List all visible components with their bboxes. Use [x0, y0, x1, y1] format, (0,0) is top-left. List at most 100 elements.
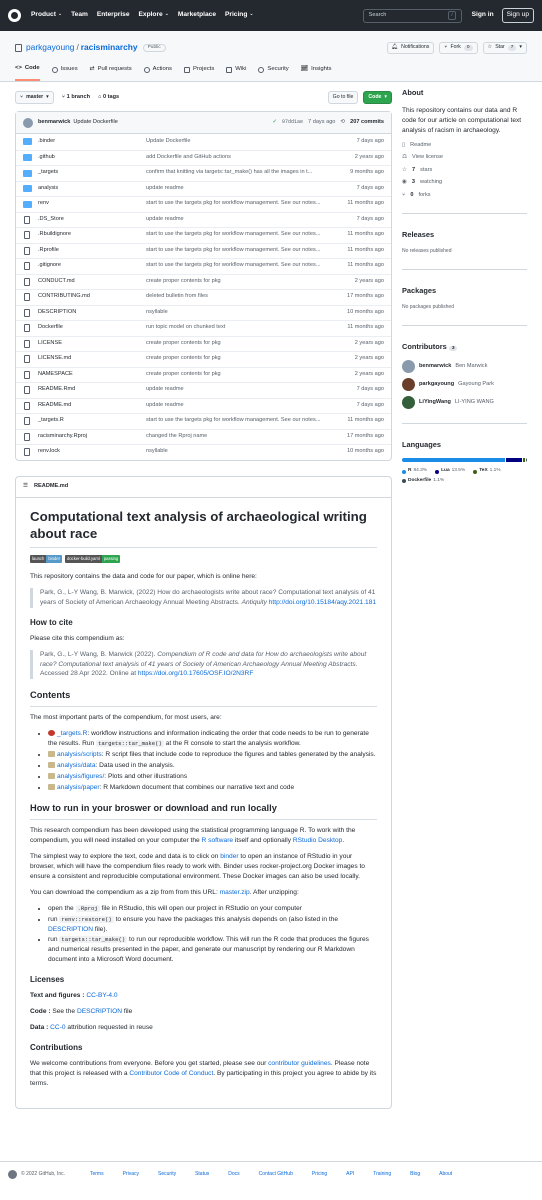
nav-pricing[interactable]: Pricing	[225, 11, 247, 20]
file-name[interactable]: DESCRIPTION	[38, 309, 146, 317]
footer-link[interactable]: Terms	[90, 1171, 104, 1178]
footer-link[interactable]: Blog	[410, 1171, 420, 1178]
file-commit-message[interactable]: create proper contents for pkg	[146, 340, 341, 348]
file-row[interactable]: .Rprofile start to use the targets pkg fo…	[16, 242, 391, 259]
file-row[interactable]: renv start to use the targets pkg for wor…	[16, 196, 391, 212]
releases-heading[interactable]: Releases	[402, 230, 527, 240]
forks-link[interactable]: ⑂ 0 forks	[402, 192, 527, 200]
file-row[interactable]: README.Rmd update readme 7 days ago	[16, 382, 391, 398]
file-commit-message[interactable]: update readme	[146, 386, 341, 394]
file-commit-message[interactable]: nsyllable	[146, 309, 341, 317]
file-name[interactable]: LICENSE.md	[38, 355, 146, 363]
contributors-heading[interactable]: Contributors 3	[402, 342, 527, 352]
footer-link[interactable]: Privacy	[123, 1171, 139, 1178]
file-commit-message[interactable]: create proper contents for pkg	[146, 371, 341, 379]
file-commit-message[interactable]: add Dockerfile and GitHub actions	[146, 154, 341, 162]
file-name[interactable]: .github	[38, 154, 146, 162]
file-row[interactable]: LICENSE.md create proper contents for pkg…	[16, 351, 391, 367]
binder-link[interactable]: binder	[220, 853, 238, 860]
zip-link[interactable]: master.zip	[220, 889, 250, 896]
file-row[interactable]: CONTRIBUTING.md deleted bulletin from fil…	[16, 289, 391, 305]
file-commit-message[interactable]: update readme	[146, 402, 341, 410]
footer-link[interactable]: Status	[195, 1171, 209, 1178]
star-button[interactable]: ☆ Star 7 ▾	[482, 42, 527, 54]
file-name[interactable]: .Rbuildignore	[38, 231, 146, 239]
file-row[interactable]: _targets.R start to use the targets pkg f…	[16, 413, 391, 429]
file-commit-message[interactable]: start to use the targets pkg for workflo…	[146, 417, 341, 425]
figures-link[interactable]: analysis/figures/	[57, 773, 104, 780]
data-link[interactable]: analysis/data	[57, 762, 96, 769]
nav-enterprise[interactable]: Enterprise	[97, 11, 130, 20]
footer-link[interactable]: API	[346, 1171, 354, 1178]
file-commit-message[interactable]: start to use the targets pkg for workflo…	[146, 262, 341, 270]
file-row[interactable]: .DS_Store update readme 7 days ago	[16, 211, 391, 228]
code-button[interactable]: Code ▾	[363, 91, 392, 104]
r-software-link[interactable]: R software	[202, 837, 234, 844]
file-name[interactable]: README.md	[38, 402, 146, 410]
go-to-file-button[interactable]: Go to file	[327, 91, 359, 104]
cc-by-link[interactable]: CC-BY-4.0	[86, 992, 117, 999]
file-name[interactable]: renv.lock	[38, 448, 146, 456]
nav-marketplace[interactable]: Marketplace	[178, 11, 216, 20]
list-icon[interactable]: ☰	[23, 483, 28, 491]
code-of-conduct-link[interactable]: Contributor Code of Conduct	[129, 1070, 213, 1077]
footer-link[interactable]: Contact GitHub	[259, 1171, 293, 1178]
guidelines-link[interactable]: contributor guidelines	[268, 1060, 331, 1067]
paper-doi-link[interactable]: http://doi.org/10.15184/aqy.2021.181	[269, 599, 376, 606]
file-commit-message[interactable]: start to use the targets pkg for workflo…	[146, 247, 341, 255]
file-name[interactable]: .binder	[38, 138, 146, 146]
description-link[interactable]: DESCRIPTION	[77, 1008, 122, 1015]
file-name[interactable]: Dockerfile	[38, 324, 146, 332]
repo-owner-link[interactable]: parkgayoung	[26, 42, 74, 53]
file-commit-message[interactable]: nsyllable	[146, 448, 341, 456]
footer-link[interactable]: Pricing	[312, 1171, 327, 1178]
rstudio-link[interactable]: RStudio Desktop	[293, 837, 342, 844]
file-row[interactable]: analysis update readme 7 days ago	[16, 180, 391, 197]
tab-code[interactable]: <> Code	[15, 64, 40, 81]
file-commit-message[interactable]: create proper contents for pkg	[146, 355, 341, 363]
file-row[interactable]: Dockerfile run topic model on chunked tex…	[16, 320, 391, 336]
language-item[interactable]: Lua 13.5%	[435, 468, 465, 474]
file-commit-message[interactable]: update readme	[146, 185, 341, 193]
commits-count-link[interactable]: 207 commits	[350, 119, 384, 127]
commit-message[interactable]: Update Dockerfile	[73, 119, 117, 127]
docker-build-badge[interactable]: docker-build.yaml passing	[64, 555, 121, 564]
file-name[interactable]: .DS_Store	[38, 216, 146, 224]
file-name[interactable]: .gitignore	[38, 262, 146, 270]
language-item[interactable]: Dockerfile 1.1%	[402, 478, 444, 484]
tab-insights[interactable]: 📈︎ Insights	[301, 64, 332, 81]
nav-team[interactable]: Team	[71, 11, 88, 20]
description-link[interactable]: DESCRIPTION	[48, 926, 93, 933]
watching-link[interactable]: ◉ 3 watching	[402, 179, 527, 187]
signup-button[interactable]: Sign up	[501, 8, 534, 23]
github-logo-icon[interactable]	[8, 9, 21, 22]
file-commit-message[interactable]: start to use the targets pkg for workflo…	[146, 200, 341, 208]
github-logo-icon[interactable]	[8, 1170, 17, 1179]
file-row[interactable]: .Rbuildignore start to use the targets pk…	[16, 227, 391, 243]
footer-link[interactable]: Docs	[228, 1171, 239, 1178]
file-row[interactable]: renv.lock nsyllable 10 months ago	[16, 444, 391, 460]
avatar[interactable]	[23, 117, 33, 128]
tab-wiki[interactable]: Wiki	[226, 64, 246, 81]
readme-link[interactable]: ▯ Readme	[402, 142, 527, 150]
contributor-item[interactable]: LiYingWang LI-YING WANG	[402, 396, 527, 410]
paper-link[interactable]: analysis/paper	[57, 784, 100, 791]
tab-actions[interactable]: Actions	[143, 64, 172, 81]
file-row[interactable]: .github add Dockerfile and GitHub actions…	[16, 149, 391, 166]
footer-link[interactable]: About	[439, 1171, 452, 1178]
tab-projects[interactable]: Projects	[183, 64, 214, 81]
stars-link[interactable]: ☆ 7 stars	[402, 167, 527, 175]
file-commit-message[interactable]: run topic model on chunked text	[146, 324, 341, 332]
fork-button[interactable]: ⑂ Fork 0	[439, 42, 478, 54]
commit-author[interactable]: benmarwick	[38, 119, 70, 127]
file-row[interactable]: _targets confirm that knitting via target…	[16, 165, 391, 181]
file-row[interactable]: .gitignore start to use the targets pkg f…	[16, 258, 391, 274]
file-name[interactable]: renv	[38, 200, 146, 208]
check-icon[interactable]: ✓	[272, 119, 277, 127]
file-commit-message[interactable]: changed the Rproj name	[146, 433, 341, 441]
file-name[interactable]: CONDUCT.md	[38, 278, 146, 286]
packages-heading[interactable]: Packages	[402, 286, 527, 296]
file-name[interactable]: racisminarchy.Rproj	[38, 433, 146, 441]
file-row[interactable]: CONDUCT.md create proper contents for pkg…	[16, 273, 391, 290]
contributor-item[interactable]: benmarwick Ben Marwick	[402, 360, 527, 374]
